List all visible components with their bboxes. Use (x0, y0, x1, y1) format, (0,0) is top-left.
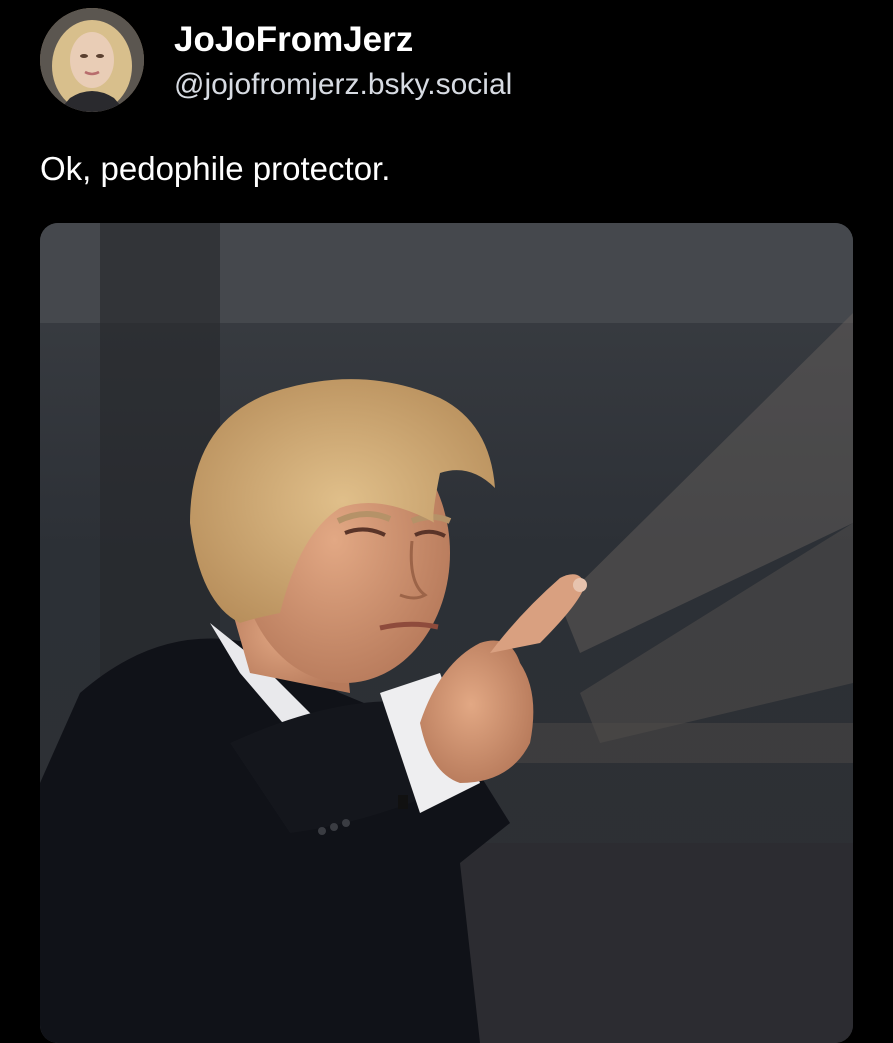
author-handle[interactable]: @jojofromjerz.bsky.social (174, 68, 512, 102)
author-display-name[interactable]: JoJoFromJerz (174, 20, 413, 60)
post-card: JoJoFromJerz @jojofromjerz.bsky.social O… (0, 0, 893, 1043)
post-image[interactable] (40, 223, 853, 1043)
post-text: Ok, pedophile protector. (40, 150, 391, 187)
avatar[interactable] (40, 8, 144, 112)
